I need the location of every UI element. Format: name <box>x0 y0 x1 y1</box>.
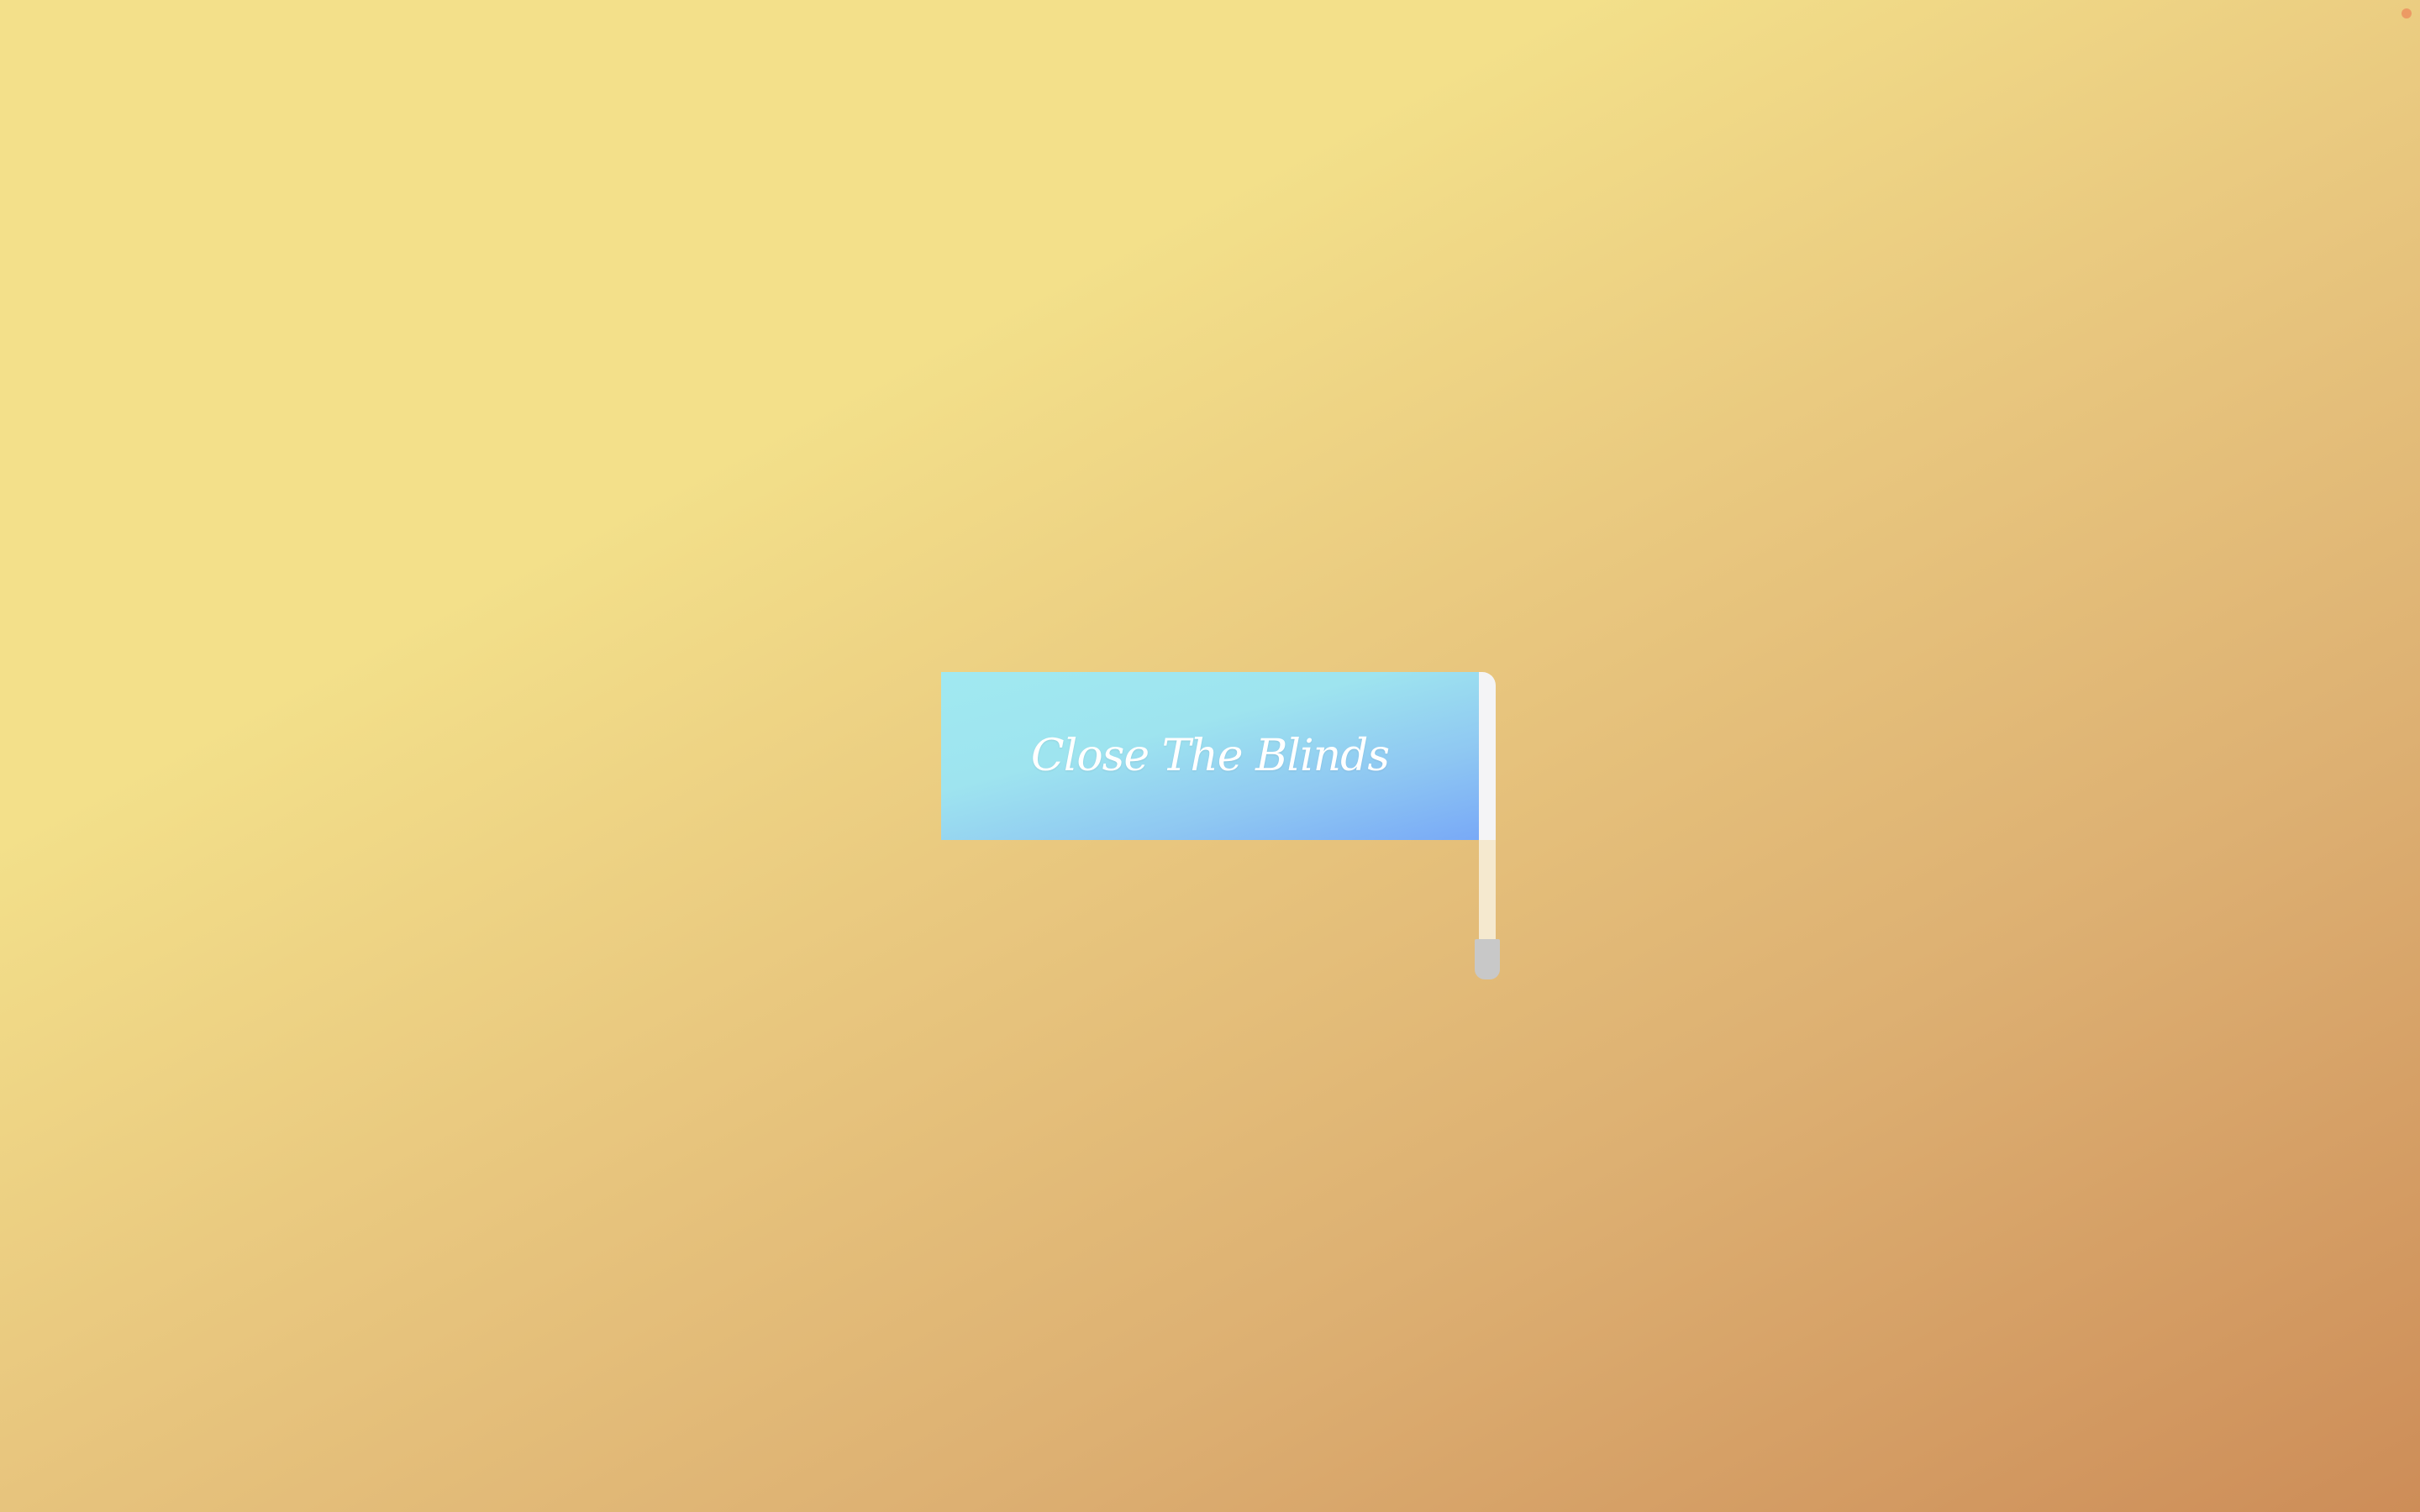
status-dot-icon <box>2402 8 2412 18</box>
blinds-widget: Close The Blinds <box>941 672 1500 983</box>
blinds-rail <box>1479 672 1496 840</box>
close-blinds-label: Close The Blinds <box>1030 731 1390 781</box>
blinds-pull-handle[interactable] <box>1475 939 1500 979</box>
close-blinds-button[interactable]: Close The Blinds <box>941 672 1479 840</box>
blinds-cord <box>1479 840 1496 941</box>
